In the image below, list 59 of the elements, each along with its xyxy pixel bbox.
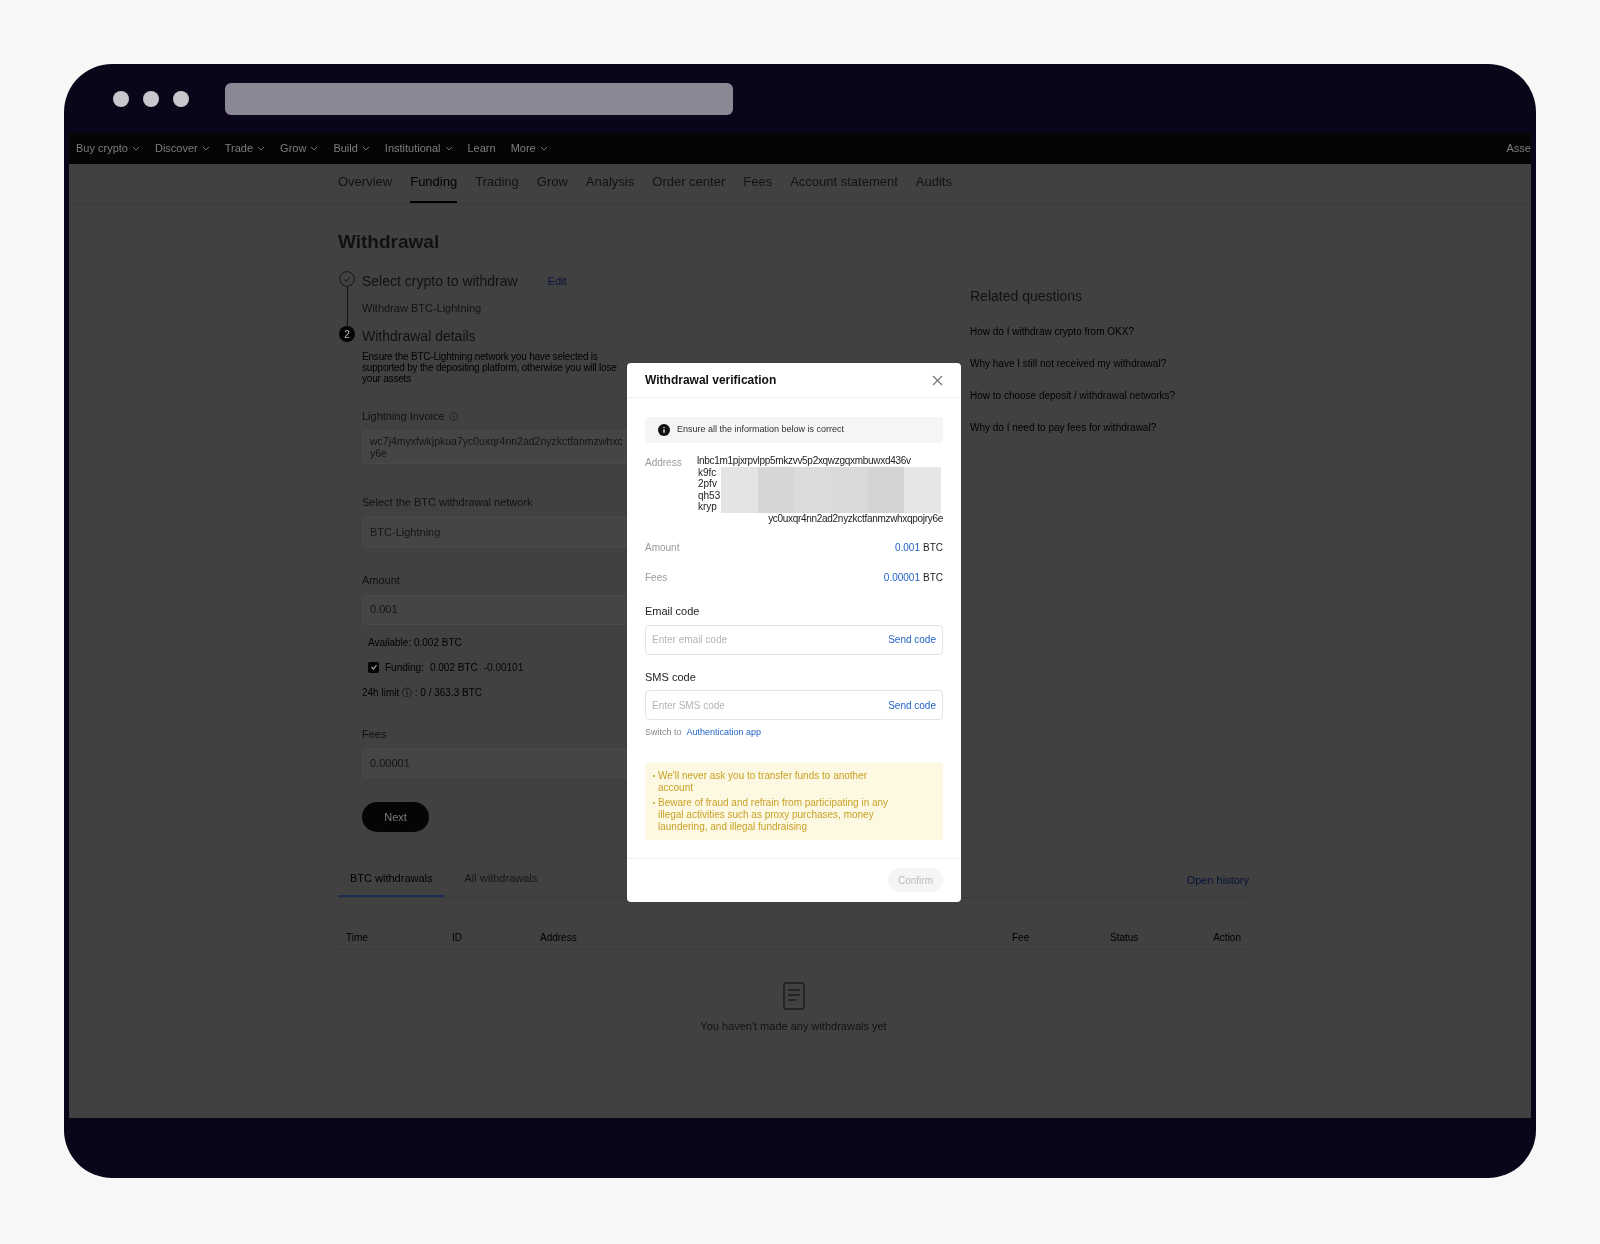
address-label: Address bbox=[645, 456, 683, 470]
nav-item[interactable]: Learn bbox=[467, 140, 496, 157]
chevron-down-icon bbox=[131, 146, 140, 151]
notice-text: Ensure all the information below is correct bbox=[677, 423, 845, 437]
question-link[interactable]: How to choose deposit / withdrawal networks? bbox=[970, 388, 1176, 403]
address-text: qh53 bbox=[697, 489, 722, 501]
fees-value: 0.00001 bbox=[883, 571, 920, 585]
nav-item[interactable]: Discover bbox=[154, 140, 210, 157]
page-tab[interactable]: Funding bbox=[410, 171, 458, 203]
chevron-down-icon bbox=[310, 146, 319, 151]
email-code-field[interactable]: Enter email code Send code bbox=[645, 624, 943, 655]
chevron-down-icon bbox=[257, 146, 266, 151]
address-text: kryp bbox=[697, 501, 718, 513]
column-header: Action bbox=[1212, 930, 1242, 945]
nav-item[interactable]: Buy crypto bbox=[76, 140, 140, 157]
fees-unit: BTC bbox=[923, 571, 943, 585]
dialog-title: Withdrawal verification bbox=[645, 372, 777, 389]
send-code-button[interactable]: Send code bbox=[888, 632, 936, 647]
column-header: Time bbox=[345, 930, 369, 945]
nav-item[interactable]: Trade bbox=[224, 140, 266, 157]
close-icon[interactable] bbox=[932, 374, 943, 386]
available-balance: Available: 0.002 BTC bbox=[368, 635, 462, 650]
amount-unit: BTC bbox=[923, 541, 943, 555]
info-icon bbox=[658, 424, 670, 436]
sms-code-field[interactable]: Enter SMS code Send code bbox=[645, 690, 943, 720]
funding-label: Funding: bbox=[385, 660, 424, 675]
step-number: 2 bbox=[339, 326, 355, 342]
nav-item[interactable]: Asse bbox=[1506, 140, 1531, 157]
nav-item[interactable]: More bbox=[510, 140, 548, 157]
address-text: yc0uxqr4nn2ad2nyzkctfanmzwhxqpojry6e bbox=[768, 512, 943, 524]
fees-label: Fees bbox=[645, 571, 668, 585]
address-bar[interactable] bbox=[225, 82, 733, 115]
funding-checkbox[interactable] bbox=[368, 661, 379, 673]
chevron-down-icon bbox=[201, 146, 210, 151]
column-header: Status bbox=[1110, 930, 1140, 945]
nav-item[interactable]: Build bbox=[333, 140, 370, 157]
address-text: lnbc1m1pjxrpvlpp5mkzvv5p2xqwzgqxmbuwxd436v bbox=[697, 455, 912, 467]
amount-value: 0.001 bbox=[894, 541, 920, 555]
nav-item[interactable]: Institutional bbox=[384, 140, 453, 157]
funding-change: -0.00101 bbox=[483, 660, 524, 675]
authentication-app-link[interactable]: Authentication app bbox=[686, 726, 762, 740]
switch-text: Switch to bbox=[645, 726, 682, 739]
chevron-down-icon bbox=[539, 146, 548, 151]
column-header: Address bbox=[540, 930, 578, 945]
empty-document-icon bbox=[782, 981, 805, 1010]
history-tab[interactable]: BTC withdrawals bbox=[338, 870, 445, 897]
warning-text: Beware of fraud and refrain from participating in any illegal activities such as proxy purchases, money laundering, and illegal fundraising bbox=[658, 796, 890, 833]
info-icon bbox=[448, 411, 458, 421]
column-header: Fee bbox=[1012, 930, 1031, 945]
column-header: ID bbox=[452, 930, 463, 945]
address-text: 2pfv bbox=[697, 478, 718, 490]
funding-amount: 0.002 BTC bbox=[429, 660, 478, 675]
next-button[interactable]: Next bbox=[362, 802, 429, 832]
sms-code-label: SMS code bbox=[645, 669, 697, 685]
nav-item[interactable]: Grow bbox=[280, 140, 319, 157]
chevron-down-icon bbox=[444, 146, 453, 151]
chevron-down-icon bbox=[361, 146, 370, 151]
send-code-button[interactable]: Send code bbox=[888, 697, 936, 713]
address-text: k9fc bbox=[697, 466, 718, 478]
